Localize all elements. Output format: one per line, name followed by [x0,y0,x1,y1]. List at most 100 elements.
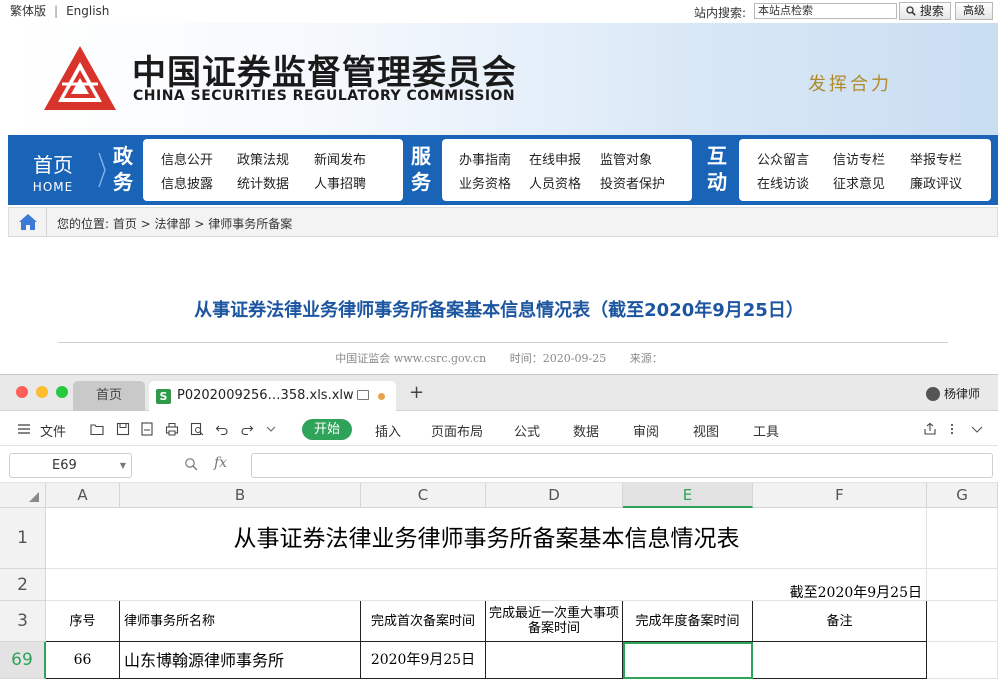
column-header[interactable]: A [46,483,120,508]
selected-cell-e69[interactable] [623,642,753,679]
nav-link[interactable]: 征求意见 [833,173,885,192]
column-header[interactable]: F [753,483,927,508]
advanced-search-button[interactable]: 高级 [955,2,993,20]
cell[interactable] [927,601,998,642]
nav-link[interactable]: 公众留言 [757,149,809,168]
header-cell-annual-filing[interactable]: 完成年度备案时间 [623,601,753,642]
menu-home-start[interactable]: 开始 [302,419,352,440]
cell-name-box[interactable]: E69 ▼ [9,453,132,478]
collapse-ribbon-icon[interactable] [970,422,984,436]
new-tab-button[interactable]: + [409,382,424,403]
name-box-dropdown-icon[interactable]: ▼ [120,454,126,477]
row-header[interactable]: 69 [0,642,46,679]
breadcrumb-text[interactable]: 您的位置: 首页 > 法律部 > 律师事务所备案 [57,215,292,232]
print-icon[interactable] [165,422,179,436]
home-icon[interactable] [9,208,47,236]
menu-view[interactable]: 视图 [693,421,719,440]
menu-insert[interactable]: 插入 [375,421,401,440]
export-pdf-icon[interactable] [140,422,154,436]
breadcrumb: 您的位置: 首页 > 法律部 > 律师事务所备案 [8,207,998,237]
minimize-window-icon[interactable] [36,386,48,398]
cell-reference: E69 [52,458,77,473]
nav-link[interactable]: 在线访谈 [757,173,809,192]
row-cell-firm-name[interactable]: 山东博翰源律师事务所 [120,642,361,679]
menu-formulas[interactable]: 公式 [514,421,540,440]
nav-link[interactable]: 信息披露 [161,173,213,192]
row-cell-major-filing[interactable] [486,642,623,679]
divider [58,342,948,343]
english-link[interactable]: English [66,4,109,18]
cell[interactable] [927,508,998,569]
nav-home[interactable]: 首页 HOME [8,135,98,205]
nav-panel-interaction: 公众留言 信访专栏 举报专栏 在线访谈 征求意见 廉政评议 [739,139,991,201]
column-header[interactable]: G [927,483,998,508]
nav-link[interactable]: 在线申报 [529,149,581,168]
nav-link[interactable]: 人员资格 [529,173,581,192]
more-options-icon[interactable] [945,422,959,436]
top-utility-bar: 繁体版 | English 站内搜索: 本站点检索 搜索 高级 [0,0,998,22]
row-cell-remarks[interactable] [753,642,927,679]
menu-data[interactable]: 数据 [573,421,599,440]
nav-link[interactable]: 新闻发布 [314,149,366,168]
nav-link[interactable]: 举报专栏 [910,149,962,168]
nav-link[interactable]: 信息公开 [161,149,213,168]
row-cell-first-filing[interactable]: 2020年9月25日 [361,642,486,679]
nav-link[interactable]: 廉政评议 [910,173,962,192]
close-window-icon[interactable] [16,386,28,398]
nav-link[interactable]: 投资者保护 [600,173,665,192]
column-header[interactable]: E [623,483,753,508]
quick-access-dropdown-icon[interactable] [264,422,278,436]
maximize-window-icon[interactable] [56,386,68,398]
header-cell-first-filing[interactable]: 完成首次备案时间 [361,601,486,642]
hamburger-menu-icon[interactable] [17,422,31,436]
traditional-chinese-link[interactable]: 繁体版 [10,4,46,18]
menu-tools[interactable]: 工具 [753,421,779,440]
undo-icon[interactable] [215,422,229,436]
column-header[interactable]: D [486,483,623,508]
save-icon[interactable] [116,422,130,436]
menu-review[interactable]: 审阅 [633,421,659,440]
header-cell-index[interactable]: 序号 [46,601,120,642]
tab-file[interactable]: S P0202009256…358.xls.xlw [149,381,396,412]
tab-home[interactable]: 首页 [73,381,145,411]
agency-chinese-name: 中国证券监督管理委员会 [132,53,517,93]
open-folder-icon[interactable] [90,422,104,436]
redo-icon[interactable] [240,422,254,436]
zoom-search-icon[interactable] [184,457,198,471]
user-account[interactable]: 杨律师 [926,385,980,402]
fx-icon[interactable]: fx [214,455,227,471]
cell[interactable] [927,569,998,601]
header-cell-firm-name[interactable]: 律师事务所名称 [120,601,361,642]
nav-link[interactable]: 统计数据 [237,173,289,192]
user-name: 杨律师 [944,387,981,401]
menu-file[interactable]: 文件 [40,421,66,440]
nav-link[interactable]: 业务资格 [459,173,511,192]
site-search-input[interactable]: 本站点检索 [754,3,897,19]
header-cell-remarks[interactable]: 备注 [753,601,927,642]
csrc-logo[interactable] [42,44,118,112]
column-header[interactable]: B [120,483,361,508]
row-header[interactable]: 2 [0,569,46,601]
banner-slogan: 发挥合力 [808,74,892,95]
menu-page-layout[interactable]: 页面布局 [431,421,483,440]
nav-link[interactable]: 办事指南 [459,149,511,168]
search-button[interactable]: 搜索 [899,2,951,20]
select-all-corner[interactable] [0,483,46,508]
row-header[interactable]: 1 [0,508,46,569]
sheet-title: 从事证券法律业务律师事务所备案基本信息情况表 [233,526,740,552]
header-cell-major-filing[interactable]: 完成最近一次重大事项备案时间 [486,601,623,642]
nav-link[interactable]: 政策法规 [237,149,289,168]
nav-section-service: 服务 [411,144,431,194]
nav-link[interactable]: 信访专栏 [833,149,885,168]
print-preview-icon[interactable] [190,422,204,436]
formula-input[interactable] [251,453,993,478]
cell[interactable] [927,642,998,679]
formula-bar: E69 ▼ fx [0,447,998,483]
nav-link[interactable]: 人事招聘 [314,173,366,192]
column-header[interactable]: C [361,483,486,508]
share-icon[interactable] [923,422,937,436]
row-header[interactable]: 3 [0,601,46,642]
row-cell-index[interactable]: 66 [46,642,120,679]
nav-link[interactable]: 监管对象 [600,149,652,168]
article-meta: 中国证监会 www.csrc.gov.cn 时间：2020-09-25 来源： [0,350,998,366]
